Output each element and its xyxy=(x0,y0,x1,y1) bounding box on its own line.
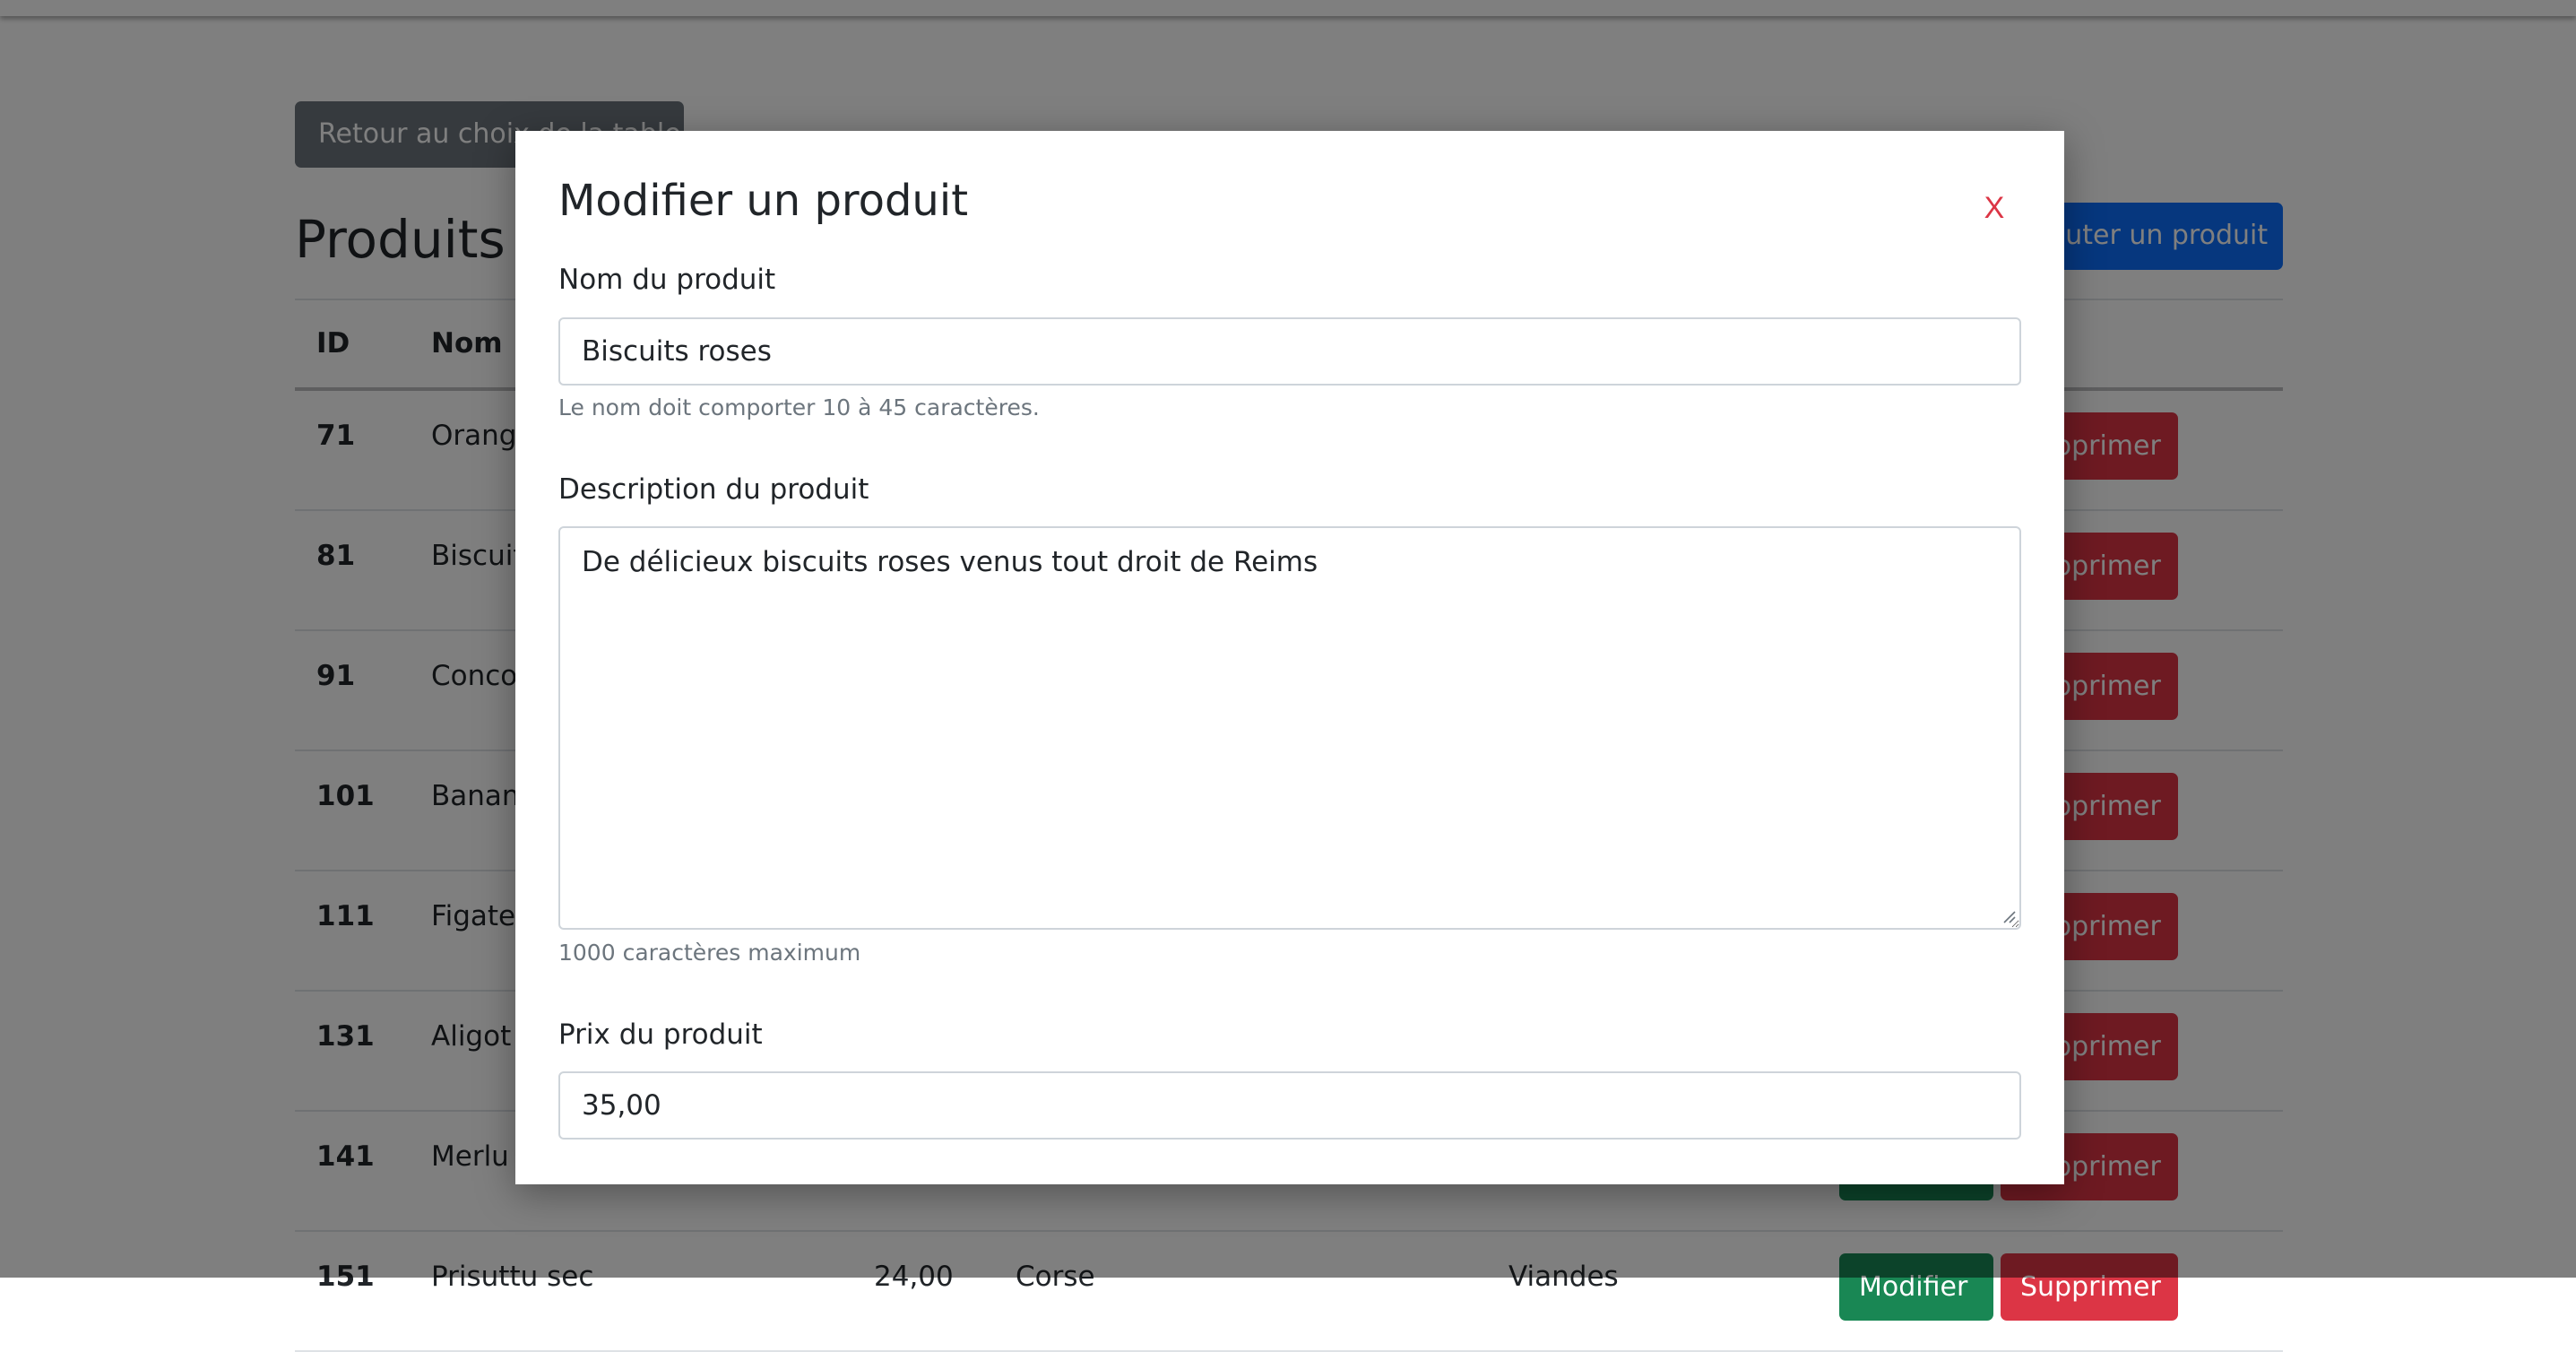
product-description-textarea[interactable]: De délicieux biscuits roses venus tout d… xyxy=(558,526,2021,930)
product-description-help: 1000 caractères maximum xyxy=(558,940,861,966)
product-price-input[interactable] xyxy=(558,1071,2021,1140)
product-price-label: Prix du produit xyxy=(558,1018,763,1051)
close-modal-button[interactable]: X xyxy=(1975,188,2014,228)
product-name-label: Nom du produit xyxy=(558,264,776,296)
product-description-label: Description du produit xyxy=(558,473,869,506)
product-name-input[interactable] xyxy=(558,317,2021,386)
edit-product-modal: Modifier un produit X Nom du produit Le … xyxy=(515,131,2064,1184)
resize-handle-icon[interactable] xyxy=(2001,909,2016,923)
modal-title: Modifier un produit xyxy=(558,176,969,226)
product-name-help: Le nom doit comporter 10 à 45 caractères… xyxy=(558,394,1040,420)
